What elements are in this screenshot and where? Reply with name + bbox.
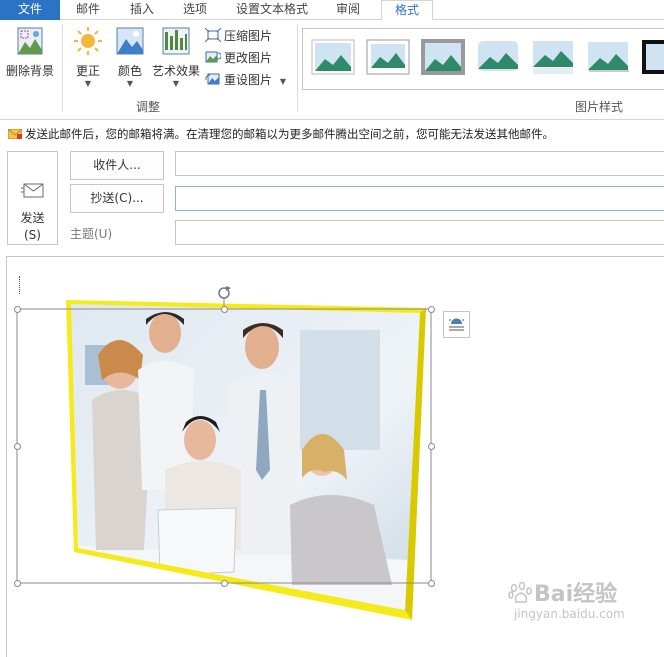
rotate-handle-icon[interactable] (218, 286, 231, 299)
baidu-paw-icon (508, 581, 532, 603)
resize-handle[interactable] (14, 580, 21, 587)
resize-handle[interactable] (428, 580, 435, 587)
watermark-url: jingyan.baidu.com (514, 607, 625, 621)
resize-handle[interactable] (221, 306, 228, 313)
resize-handle[interactable] (428, 306, 435, 313)
picture-layer (16, 286, 432, 620)
office-team-photo[interactable] (60, 300, 430, 620)
resize-handle[interactable] (428, 443, 435, 450)
layout-options-button[interactable] (443, 311, 470, 338)
resize-handle[interactable] (221, 580, 228, 587)
resize-handle[interactable] (14, 306, 21, 313)
resize-handle[interactable] (14, 443, 21, 450)
baidu-watermark: Bai经验 jingyan.baidu.com (508, 581, 625, 621)
layout-options-icon (449, 318, 464, 331)
watermark-brand: Bai经验 (534, 582, 618, 607)
